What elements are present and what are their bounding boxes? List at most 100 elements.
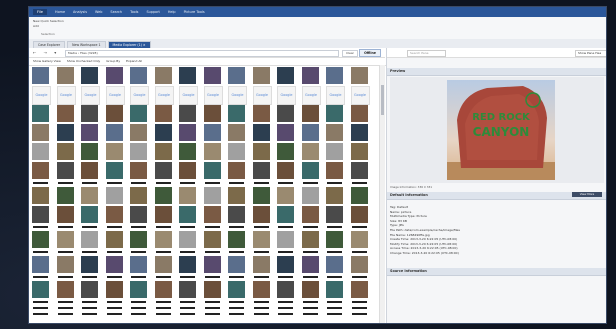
- grid-scrollbar[interactable]: [379, 65, 385, 323]
- google-thumbnail[interactable]: Google: [179, 86, 198, 105]
- image-thumbnail[interactable]: [228, 206, 245, 223]
- image-thumbnail[interactable]: [179, 231, 196, 248]
- image-thumbnail[interactable]: [228, 162, 245, 179]
- google-thumbnail[interactable]: Google: [81, 86, 100, 105]
- image-thumbnail[interactable]: [130, 105, 147, 122]
- image-thumbnail[interactable]: [252, 143, 270, 160]
- image-thumbnail[interactable]: [326, 281, 343, 298]
- image-thumbnail[interactable]: [252, 124, 270, 141]
- image-thumbnail[interactable]: [203, 231, 221, 248]
- image-thumbnail[interactable]: [277, 206, 294, 223]
- image-thumbnail[interactable]: [301, 105, 319, 122]
- image-thumbnail[interactable]: [350, 281, 368, 298]
- image-thumbnail[interactable]: [252, 256, 270, 273]
- image-thumbnail[interactable]: [105, 187, 123, 204]
- image-thumbnail[interactable]: [350, 143, 368, 160]
- image-thumbnail[interactable]: [277, 67, 294, 84]
- tab-media-explorer[interactable]: Media Explorer (1) ×: [107, 41, 151, 48]
- view-more-button[interactable]: View More: [572, 192, 602, 197]
- image-thumbnail[interactable]: [105, 124, 123, 141]
- image-thumbnail[interactable]: [301, 67, 319, 84]
- image-thumbnail[interactable]: [130, 281, 147, 298]
- image-thumbnail[interactable]: [105, 105, 123, 122]
- image-thumbnail[interactable]: [32, 124, 49, 141]
- tab-new-workspace[interactable]: New Workspace 1: [67, 41, 106, 48]
- image-thumbnail[interactable]: [301, 162, 319, 179]
- image-thumbnail[interactable]: [154, 67, 172, 84]
- image-thumbnail[interactable]: [228, 67, 245, 84]
- image-thumbnail[interactable]: [154, 187, 172, 204]
- image-thumbnail[interactable]: [350, 124, 368, 141]
- image-thumbnail[interactable]: [32, 206, 49, 223]
- image-thumbnail[interactable]: [326, 231, 343, 248]
- image-thumbnail[interactable]: [301, 256, 319, 273]
- image-thumbnail[interactable]: [277, 143, 294, 160]
- google-thumbnail[interactable]: Google: [154, 86, 174, 105]
- image-thumbnail[interactable]: [105, 143, 123, 160]
- image-thumbnail[interactable]: [277, 187, 294, 204]
- image-thumbnail[interactable]: [154, 124, 172, 141]
- image-thumbnail[interactable]: [81, 281, 98, 298]
- google-thumbnail[interactable]: Google: [105, 86, 125, 105]
- image-thumbnail[interactable]: [56, 105, 74, 122]
- menu-home[interactable]: Home: [55, 10, 65, 14]
- image-thumbnail[interactable]: [130, 67, 147, 84]
- expand-all-button[interactable]: Expand All: [126, 59, 142, 63]
- image-thumbnail[interactable]: [81, 143, 98, 160]
- image-thumbnail[interactable]: [228, 105, 245, 122]
- image-thumbnail[interactable]: [179, 187, 196, 204]
- image-thumbnail[interactable]: [326, 206, 343, 223]
- image-thumbnail[interactable]: [56, 162, 74, 179]
- image-thumbnail[interactable]: [203, 105, 221, 122]
- image-thumbnail[interactable]: [154, 281, 172, 298]
- image-thumbnail[interactable]: [154, 231, 172, 248]
- image-thumbnail[interactable]: [56, 206, 74, 223]
- image-thumbnail[interactable]: [350, 67, 368, 84]
- image-thumbnail[interactable]: [277, 231, 294, 248]
- image-thumbnail[interactable]: [277, 105, 294, 122]
- image-thumbnail[interactable]: [32, 162, 49, 179]
- image-thumbnail[interactable]: [56, 143, 74, 160]
- image-thumbnail[interactable]: [130, 162, 147, 179]
- image-thumbnail[interactable]: [56, 67, 74, 84]
- image-thumbnail[interactable]: [32, 187, 49, 204]
- image-thumbnail[interactable]: [81, 256, 98, 273]
- image-thumbnail[interactable]: [154, 206, 172, 223]
- image-thumbnail[interactable]: [105, 162, 123, 179]
- image-thumbnail[interactable]: [203, 124, 221, 141]
- image-thumbnail[interactable]: [56, 281, 74, 298]
- image-thumbnail[interactable]: [228, 256, 245, 273]
- image-thumbnail[interactable]: [350, 256, 368, 273]
- image-thumbnail[interactable]: [252, 105, 270, 122]
- image-thumbnail[interactable]: [81, 105, 98, 122]
- image-thumbnail[interactable]: [326, 124, 343, 141]
- google-thumbnail[interactable]: Google: [228, 86, 247, 105]
- image-thumbnail[interactable]: [228, 143, 245, 160]
- image-thumbnail[interactable]: [203, 256, 221, 273]
- pane-view-dropdown[interactable]: Show Pane Hea: [575, 49, 606, 57]
- offline-button[interactable]: Offline: [359, 49, 381, 57]
- clear-button[interactable]: Clear: [342, 49, 358, 57]
- image-thumbnail[interactable]: [301, 231, 319, 248]
- image-thumbnail[interactable]: [81, 162, 98, 179]
- image-thumbnail[interactable]: [252, 206, 270, 223]
- image-thumbnail[interactable]: [130, 231, 147, 248]
- image-thumbnail[interactable]: [228, 187, 245, 204]
- image-thumbnail[interactable]: [105, 256, 123, 273]
- google-thumbnail[interactable]: Google: [326, 86, 345, 105]
- image-thumbnail[interactable]: [179, 124, 196, 141]
- image-thumbnail[interactable]: [326, 162, 343, 179]
- image-thumbnail[interactable]: [56, 124, 74, 141]
- google-thumbnail[interactable]: Google: [350, 86, 370, 105]
- image-thumbnail[interactable]: [252, 162, 270, 179]
- tab-case-explorer[interactable]: Case Explorer: [33, 41, 66, 48]
- image-thumbnail[interactable]: [179, 105, 196, 122]
- image-thumbnail[interactable]: [203, 281, 221, 298]
- file-menu-button[interactable]: File: [33, 9, 48, 15]
- nav-arrows-icon[interactable]: ← → ▾: [33, 50, 59, 55]
- image-thumbnail[interactable]: [326, 256, 343, 273]
- image-thumbnail[interactable]: [32, 143, 49, 160]
- image-thumbnail[interactable]: [179, 256, 196, 273]
- image-thumbnail[interactable]: [277, 124, 294, 141]
- menu-web[interactable]: Web: [95, 10, 102, 14]
